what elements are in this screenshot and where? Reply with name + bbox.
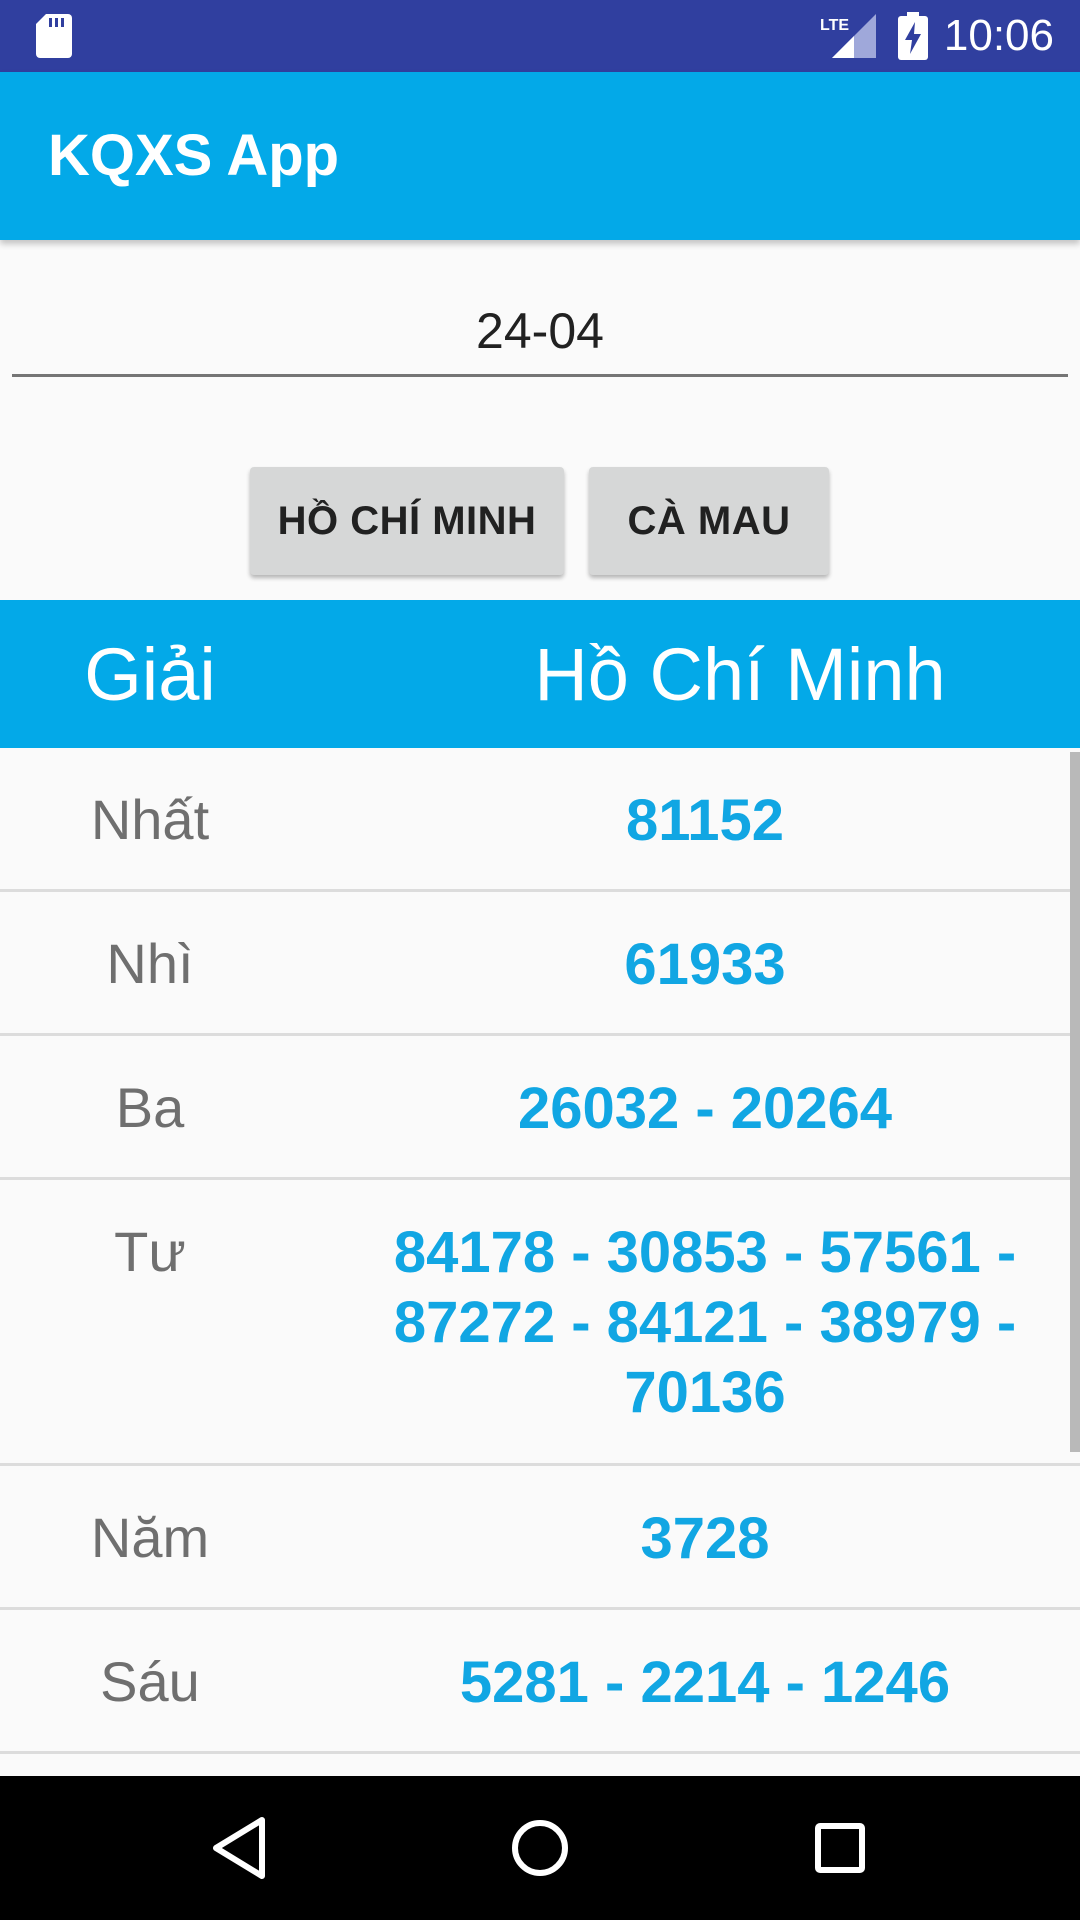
prize-name: Năm <box>90 1506 210 1569</box>
prize-numbers: 84178 - 30853 - 57561 - 87272 - 84121 - … <box>393 1220 1017 1425</box>
prize-numbers: 61933 <box>624 932 786 997</box>
sd-card-icon <box>36 14 72 58</box>
result-row-nhat: Nhất 81152 <box>0 748 1080 892</box>
lte-signal-icon: LTE <box>820 14 876 58</box>
screen: LTE 10:06 KQXS App HỒ CHÍ MINH CÀ MAU Gi… <box>0 0 1080 1920</box>
prize-numbers: 5281 - 2214 - 1246 <box>459 1650 951 1715</box>
battery-charging-icon <box>898 12 928 60</box>
prize-numbers: 26032 - 20264 <box>517 1076 893 1141</box>
navigation-bar <box>0 1776 1080 1920</box>
app-bar: KQXS App <box>0 72 1080 240</box>
prize-name: Nhì <box>106 932 194 995</box>
recents-icon[interactable] <box>798 1806 882 1890</box>
prize-name: Sáu <box>100 1650 200 1713</box>
prize-numbers: 81152 <box>625 788 785 853</box>
prize-column-header: Giải <box>84 632 216 716</box>
scrollbar[interactable] <box>1070 752 1080 1452</box>
date-input[interactable] <box>12 288 1068 377</box>
app-title: KQXS App <box>48 123 340 188</box>
home-icon[interactable] <box>498 1806 582 1890</box>
results-list[interactable]: Nhất 81152 Nhì 61933 Ba 26032 - 20264 Tư… <box>0 748 1080 1776</box>
results-table-header: Giải Hồ Chí Minh <box>0 600 1080 748</box>
result-row-sau: Sáu 5281 - 2214 - 1246 <box>0 1610 1080 1754</box>
ca-mau-button[interactable]: CÀ MAU <box>589 467 829 575</box>
city-column-header: Hồ Chí Minh <box>534 632 946 716</box>
prize-name: Ba <box>115 1076 185 1139</box>
status-clock: 10:06 <box>943 11 1054 60</box>
result-row-nhi: Nhì 61933 <box>0 892 1080 1036</box>
prize-name: Tư <box>114 1220 186 1283</box>
result-row-ba: Ba 26032 - 20264 <box>0 1036 1080 1180</box>
result-row-tu: Tư 84178 - 30853 - 57561 - 87272 - 84121… <box>0 1180 1080 1466</box>
ho-chi-minh-button[interactable]: HỒ CHÍ MINH <box>250 467 564 575</box>
result-row-nam: Năm 3728 <box>0 1466 1080 1610</box>
status-bar: LTE 10:06 <box>0 0 1080 72</box>
svg-text:LTE: LTE <box>820 17 849 34</box>
prize-name: Nhất <box>90 788 210 851</box>
back-icon[interactable] <box>200 1806 284 1890</box>
prize-numbers: 3728 <box>640 1506 770 1571</box>
